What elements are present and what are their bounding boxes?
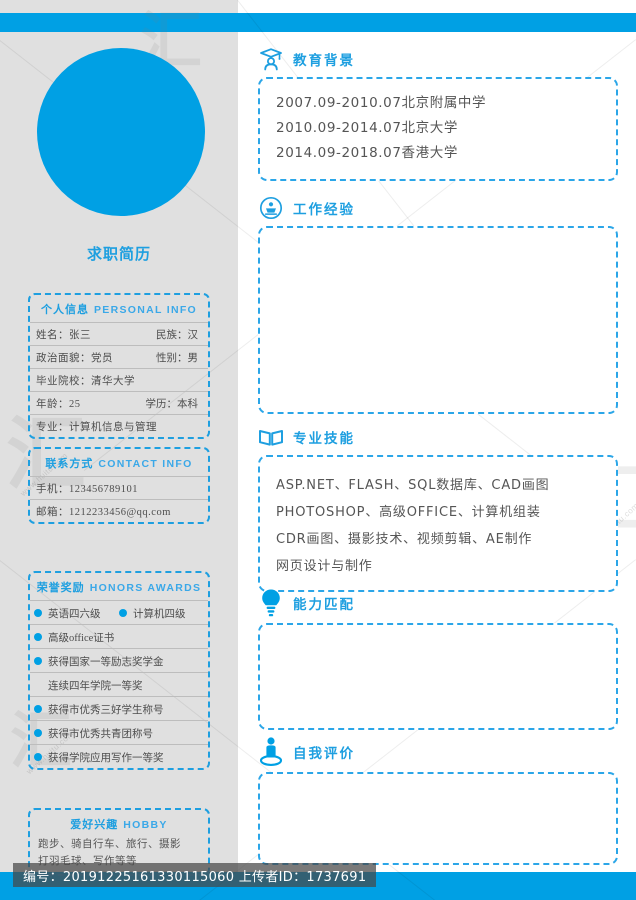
self-evaluation-box[interactable]: [258, 772, 618, 865]
page-title: 求职简历: [86, 246, 151, 263]
personal-info-row: 姓名：张三 民族：汉: [30, 322, 208, 345]
honor-item: 连续四年学院一等奖: [30, 672, 208, 696]
personal-info-title-cn: 个人信息: [40, 304, 89, 316]
honor-label: 连续四年学院一等奖: [48, 680, 143, 692]
ability-match-box[interactable]: [258, 623, 618, 730]
honor-item: 高级office证书: [30, 624, 208, 648]
field-name: 姓名：张三: [36, 330, 91, 341]
honor-label: 获得学院应用写作一等奖: [48, 752, 164, 764]
skills-header: 专业技能: [258, 422, 618, 452]
honor-item: 英语四六级 计算机四级: [30, 600, 208, 624]
self-evaluation-title: 自我评价: [293, 746, 355, 761]
personal-info-row: 政治面貌：党员 性别：男: [30, 345, 208, 368]
field-political-status: 政治面貌：党员: [36, 353, 113, 364]
avatar: [37, 48, 205, 216]
field-phone: 手机：123456789101: [36, 484, 138, 495]
honor-label: 计算机四级: [133, 608, 186, 620]
lightbulb-icon: [258, 589, 284, 617]
section-work-experience: 工作经验: [258, 193, 618, 414]
hobby-title-cn: 爱好兴趣: [70, 819, 119, 831]
work-experience-box[interactable]: [258, 226, 618, 414]
education-title: 教育背景: [293, 53, 355, 68]
upload-id-watermark: 编号：20191225161330115060 上传者ID：1737691: [13, 863, 377, 887]
section-ability-match: 能力匹配: [258, 586, 618, 730]
honor-item: 获得市优秀共青团称号: [30, 720, 208, 744]
bullet-dot-icon: [34, 729, 42, 737]
resume-template-page: 汇 www.huitu.com 汇 www.huitu.com 汇 汇 www.…: [0, 0, 636, 900]
honor-label: 英语四六级: [48, 608, 101, 620]
card-contact-info: 联系方式 CONTACT INFO 手机：123456789101 邮箱：1212…: [28, 447, 210, 524]
section-self-evaluation: 自我评价: [258, 735, 618, 865]
ability-match-title: 能力匹配: [293, 597, 355, 612]
hobby-line: 跑步、骑自行车、旅行、摄影: [38, 839, 181, 850]
field-gender: 性别：男: [156, 353, 198, 364]
top-accent-bar: [0, 13, 636, 32]
open-book-icon: [258, 424, 284, 450]
person-stand-icon: [258, 737, 284, 766]
bullet-dot-icon: [34, 633, 42, 641]
bullet-dot-icon: [34, 705, 42, 713]
card-personal-info: 个人信息 PERSONAL INFO 姓名：张三 民族：汉 政治面貌：党员 性别：…: [28, 293, 210, 439]
contact-info-header: 联系方式 CONTACT INFO: [30, 449, 208, 476]
field-major: 专业：计算机信息与管理: [36, 422, 157, 433]
field-degree: 学历：本科: [145, 399, 199, 410]
bullet-dot-icon: [34, 609, 42, 617]
bullet-dot-icon: [34, 657, 42, 665]
work-person-circle-icon: [258, 195, 284, 221]
honor-label: 获得市优秀共青团称号: [48, 728, 153, 740]
honor-label: 高级office证书: [48, 632, 115, 644]
field-age: 年龄：25: [36, 399, 81, 410]
work-experience-title: 工作经验: [293, 202, 355, 217]
honor-item: 获得学院应用写作一等奖: [30, 744, 208, 768]
bullet-dot-icon: [34, 681, 42, 689]
bullet-dot-icon: [34, 753, 42, 761]
card-honors-awards: 荣誉奖励 HONORS AWARDS 英语四六级 计算机四级 高级office证书…: [28, 571, 210, 770]
personal-info-row: 毕业院校：清华大学: [30, 368, 208, 391]
bullet-dot-icon: [119, 609, 127, 617]
education-entry: 2007.09-2010.07北京附属中学: [276, 95, 487, 111]
education-entry: 2010.09-2014.07北京大学: [276, 120, 458, 136]
skills-line: ASP.NET、FLASH、SQL数据库、CAD画图: [276, 478, 550, 493]
hobby-title-en: HOBBY: [123, 819, 168, 831]
honor-item-left: 英语四六级: [34, 606, 119, 621]
field-ethnicity: 民族：汉: [156, 330, 198, 341]
skills-title: 专业技能: [293, 431, 355, 446]
personal-info-header: 个人信息 PERSONAL INFO: [30, 295, 208, 322]
graduation-cap-icon: [258, 46, 284, 72]
skills-box[interactable]: ASP.NET、FLASH、SQL数据库、CAD画图 PHOTOSHOP、高级O…: [258, 455, 618, 592]
contact-info-row: 邮箱：1212233456@qq.com: [30, 499, 208, 522]
field-school: 毕业院校：清华大学: [36, 376, 135, 387]
education-box[interactable]: 2007.09-2010.07北京附属中学 2010.09-2014.07北京大…: [258, 77, 618, 181]
honor-label: 获得国家一等励志奖学金: [48, 656, 164, 668]
honor-label: 获得市优秀三好学生称号: [48, 704, 164, 716]
ability-match-header: 能力匹配: [258, 586, 618, 620]
contact-info-row: 手机：123456789101: [30, 476, 208, 499]
section-education: 教育背景 2007.09-2010.07北京附属中学 2010.09-2014.…: [258, 44, 618, 181]
education-header: 教育背景: [258, 44, 618, 74]
education-entry: 2014.09-2018.07香港大学: [276, 145, 458, 161]
personal-info-row: 专业：计算机信息与管理: [30, 414, 208, 437]
section-skills: 专业技能 ASP.NET、FLASH、SQL数据库、CAD画图 PHOTOSHO…: [258, 422, 618, 592]
field-email: 邮箱：1212233456@qq.com: [36, 507, 171, 518]
honors-header: 荣誉奖励 HONORS AWARDS: [30, 573, 208, 600]
honor-item: 获得国家一等励志奖学金: [30, 648, 208, 672]
personal-info-title-en: PERSONAL INFO: [93, 304, 198, 316]
contact-info-title-en: CONTACT INFO: [98, 458, 193, 470]
skills-line: 网页设计与制作: [276, 559, 373, 574]
honors-title-en: HONORS AWARDS: [89, 582, 202, 594]
honor-item: 获得市优秀三好学生称号: [30, 696, 208, 720]
honors-title-cn: 荣誉奖励: [36, 582, 85, 594]
personal-info-row: 年龄：25 学历：本科: [30, 391, 208, 414]
work-experience-header: 工作经验: [258, 193, 618, 223]
hobby-header: 爱好兴趣 HOBBY: [30, 810, 208, 835]
contact-info-title-cn: 联系方式: [45, 458, 94, 470]
skills-line: CDR画图、摄影技术、视频剪辑、AE制作: [276, 532, 533, 547]
honor-item-right: 计算机四级: [119, 606, 204, 621]
self-evaluation-header: 自我评价: [258, 735, 618, 769]
skills-line: PHOTOSHOP、高级OFFICE、计算机组装: [276, 505, 541, 520]
